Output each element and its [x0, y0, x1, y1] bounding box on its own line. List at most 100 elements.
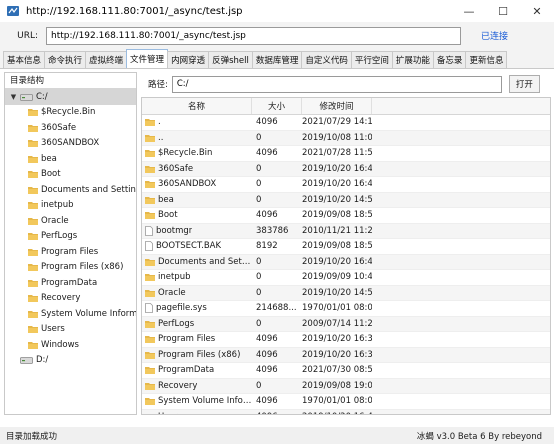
tab-intranet-tunnel[interactable]: 内网穿透 [167, 51, 210, 68]
tree-item[interactable]: Users [5, 322, 136, 338]
tree-item[interactable]: Recovery [5, 291, 136, 307]
folder-icon [145, 398, 155, 406]
tree-item[interactable]: Windows [5, 337, 136, 353]
tree-item[interactable]: 360SANDBOX [5, 136, 136, 152]
tab-command-exec[interactable]: 命令执行 [44, 51, 87, 68]
cell-modified: 2019/10/20 16:41... [302, 412, 372, 414]
tree-item[interactable]: Oracle [5, 213, 136, 229]
column-header-size[interactable]: 大小 [252, 98, 302, 114]
table-row[interactable]: inetpub 0 2019/09/09 10:42... [142, 270, 550, 286]
table-row[interactable]: $Recycle.Bin 4096 2021/07/28 11:53... [142, 146, 550, 162]
folder-icon [145, 289, 155, 297]
cell-size: 4096 [256, 210, 278, 221]
cell-modified: 1970/01/01 08:00... [302, 303, 372, 314]
url-label: URL: [17, 30, 38, 41]
table-row[interactable]: Documents and Setti... 0 2019/10/20 16:41.… [142, 254, 550, 270]
close-button[interactable]: ✕ [520, 0, 554, 22]
tab-database-manager[interactable]: 数据库管理 [251, 51, 303, 68]
table-row[interactable]: Recovery 0 2019/09/08 19:01... [142, 378, 550, 394]
cell-name: BOOTSECT.BAK [142, 241, 252, 251]
tree-item[interactable]: ProgramData [5, 275, 136, 291]
tree-item[interactable]: Program Files (x86) [5, 260, 136, 276]
folder-icon [145, 367, 155, 375]
cell-name: System Volume Infor... [142, 396, 252, 406]
maximize-button[interactable]: ☐ [486, 0, 520, 22]
open-button[interactable]: 打开 [508, 75, 540, 93]
tab-extensions[interactable]: 扩展功能 [391, 51, 434, 68]
table-row[interactable]: . 4096 2021/07/29 14:15... [142, 115, 550, 131]
cell-modified: 2019/10/20 16:30... [302, 349, 372, 360]
cell-modified: 2021/07/28 11:53... [302, 148, 372, 159]
file-name: Recovery [158, 380, 198, 391]
cell-name: .. [142, 133, 252, 143]
table-row[interactable]: bea 0 2019/10/20 14:57... [142, 192, 550, 208]
tab-reverse-shell[interactable]: 反弹shell [208, 51, 253, 68]
tab-memo[interactable]: 备忘录 [432, 51, 467, 68]
table-row[interactable]: pagefile.sys 214688... 1970/01/01 08:00... [142, 301, 550, 317]
directory-tree: 目录结构 ▼ C:/ $Recycle.Bin 360Safe 360SANDBOX be… [4, 72, 137, 415]
table-row[interactable]: .. 0 2019/10/08 11:07... [142, 130, 550, 146]
tree-item-label: ProgramData [41, 277, 98, 288]
cell-size: 0 [256, 194, 262, 205]
version-info: 冰蝎 v3.0 Beta 6 By rebeyond [416, 431, 542, 442]
tab-update-info[interactable]: 更新信息 [465, 51, 508, 68]
tree-item[interactable]: inetpub [5, 198, 136, 214]
table-row[interactable]: Oracle 0 2019/10/20 14:57... [142, 285, 550, 301]
minimize-button[interactable]: — [452, 0, 486, 22]
table-row[interactable]: Boot 4096 2019/09/08 18:54... [142, 208, 550, 224]
file-icon [145, 225, 153, 236]
cell-size: 8192 [256, 241, 278, 252]
file-name: PerfLogs [158, 318, 195, 329]
tree-drive-1[interactable]: D:/ [5, 353, 136, 369]
folder-icon [145, 320, 155, 328]
tab-virtual-terminal[interactable]: 虚拟终端 [85, 51, 128, 68]
tree-item[interactable]: Boot [5, 167, 136, 183]
column-header-modified[interactable]: 修改时间 [302, 98, 372, 114]
column-header-name[interactable]: 名称 [142, 98, 252, 114]
tree-drive-0[interactable]: ▼ C:/ [5, 89, 136, 105]
cell-size: 4096 [256, 396, 278, 407]
tab-parallel-space[interactable]: 平行空间 [350, 51, 393, 68]
folder-icon [145, 351, 155, 359]
cell-modified: 2019/10/20 14:57... [302, 194, 372, 205]
tab-custom-code[interactable]: 自定义代码 [301, 51, 352, 68]
table-row[interactable]: Program Files 4096 2019/10/20 16:30... [142, 332, 550, 348]
tree-item[interactable]: bea [5, 151, 136, 167]
tab-file-manager[interactable]: 文件管理 [126, 49, 169, 68]
table-row[interactable]: BOOTSECT.BAK 8192 2019/09/08 18:54... [142, 239, 550, 255]
cell-size: 0 [256, 163, 262, 174]
cell-size: 0 [256, 132, 262, 143]
cell-size: 4096 [256, 365, 278, 376]
cell-modified: 2019/09/08 19:01... [302, 380, 372, 391]
cell-name: Users [142, 412, 252, 414]
folder-icon [145, 336, 155, 344]
url-input[interactable] [46, 26, 461, 45]
table-row[interactable]: Users 40962019/10/20 16:41... [142, 409, 550, 414]
tree-body: ▼ C:/ $Recycle.Bin 360Safe 360SANDBOX bea Boot… [5, 89, 136, 368]
cell-size: 214688... [256, 303, 297, 314]
table-row[interactable]: 360SANDBOX 0 2019/10/20 16:41... [142, 177, 550, 193]
tree-item-label: Program Files [41, 246, 99, 257]
tree-item[interactable]: Program Files [5, 244, 136, 260]
folder-icon [28, 264, 38, 272]
tree-item[interactable]: Documents and Settings [5, 182, 136, 198]
connection-status-link[interactable]: 已连接 [481, 29, 508, 42]
table-row[interactable]: 360Safe 0 2019/10/20 16:44... [142, 161, 550, 177]
cell-name: PerfLogs [142, 319, 252, 329]
table-row[interactable]: bootmgr 383786 2010/11/21 11:24... [142, 223, 550, 239]
tab-basic-info[interactable]: 基本信息 [3, 51, 46, 68]
tree-item[interactable]: $Recycle.Bin [5, 105, 136, 121]
folder-icon [145, 212, 155, 220]
cell-size: 4096 [256, 349, 278, 360]
table-row[interactable]: PerfLogs 0 2009/07/14 11:20... [142, 316, 550, 332]
tree-item[interactable]: System Volume Information [5, 306, 136, 322]
table-row[interactable]: Program Files (x86) 4096 2019/10/20 16:30.… [142, 347, 550, 363]
file-name: inetpub [158, 272, 191, 283]
table-row[interactable]: ProgramData 4096 2021/07/30 08:50... [142, 363, 550, 379]
tree-item[interactable]: PerfLogs [5, 229, 136, 245]
table-row[interactable]: System Volume Infor... 4096 1970/01/01 08:… [142, 394, 550, 410]
tree-item[interactable]: 360Safe [5, 120, 136, 136]
expand-arrow-icon[interactable]: ▼ [9, 93, 18, 101]
path-input[interactable] [171, 75, 502, 93]
folder-icon [28, 326, 38, 334]
